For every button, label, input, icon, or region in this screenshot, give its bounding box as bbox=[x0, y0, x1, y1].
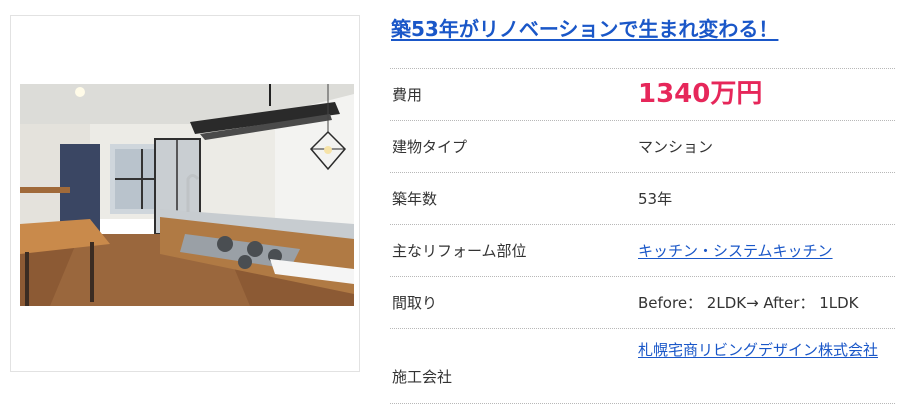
price-value: 1340万円 bbox=[638, 79, 763, 109]
building-age-value: 53年 bbox=[638, 190, 673, 208]
spec-row-age: 築年数 53年 bbox=[390, 173, 895, 225]
spec-row-reform-area: 主なリフォーム部位 キッチン・システムキッチン bbox=[390, 225, 895, 277]
building-type-value: マンション bbox=[638, 138, 714, 156]
spec-label-company: 施工会社 bbox=[392, 368, 453, 386]
photo-frame bbox=[10, 15, 360, 372]
article-title-link[interactable]: 築53年がリノベーションで生まれ変わる！ bbox=[391, 13, 778, 42]
spec-label-layout: 間取り bbox=[392, 294, 438, 312]
spec-label-age: 築年数 bbox=[392, 190, 438, 208]
spec-row-building-type: 建物タイプ マンション bbox=[390, 121, 895, 173]
kitchen-photo[interactable] bbox=[20, 84, 354, 306]
kitchen-photo-illustration bbox=[20, 84, 354, 306]
spec-label-reform-area: 主なリフォーム部位 bbox=[392, 242, 527, 260]
spec-label-cost: 費用 bbox=[392, 86, 423, 104]
layout-value: Before： 2LDK→ After： 1LDK bbox=[638, 294, 859, 312]
spec-row-company: 施工会社 札幌宅商リビングデザイン株式会社 bbox=[390, 329, 895, 404]
renovation-case-card: 築53年がリノベーションで生まれ変わる！ 費用 1340万円 建物タイプ マンシ… bbox=[0, 0, 900, 417]
company-link[interactable]: 札幌宅商リビングデザイン株式会社 bbox=[638, 339, 888, 361]
spec-row-cost: 費用 1340万円 bbox=[390, 69, 895, 121]
spec-row-layout: 間取り Before： 2LDK→ After： 1LDK bbox=[390, 277, 895, 329]
reform-area-link[interactable]: キッチン・システムキッチン bbox=[638, 225, 833, 277]
spec-table: 費用 1340万円 建物タイプ マンション 築年数 53年 主なリフォーム部位 … bbox=[390, 68, 895, 404]
spec-label-building-type: 建物タイプ bbox=[392, 138, 468, 156]
